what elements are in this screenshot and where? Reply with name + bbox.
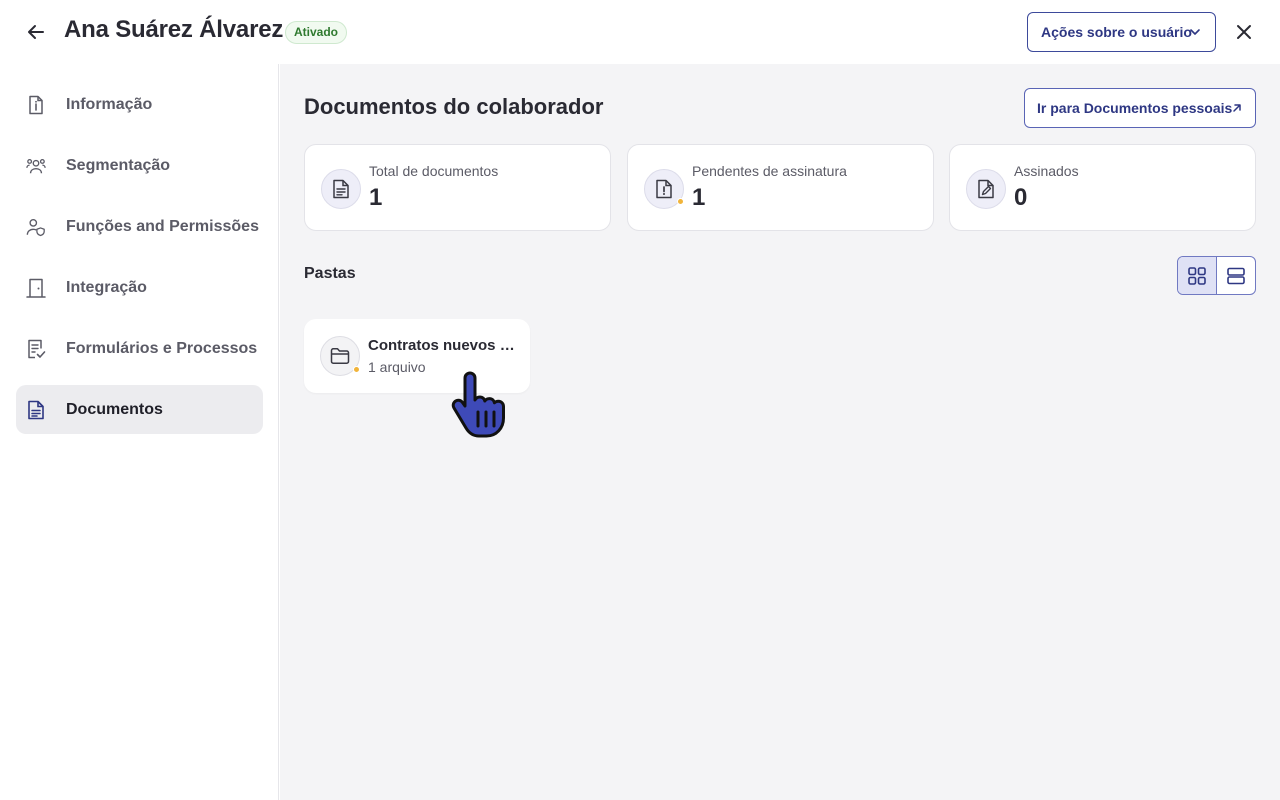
- stat-card-pending: Pendentes de assinatura 1: [627, 144, 934, 231]
- door-icon: [26, 278, 46, 298]
- document-lines-icon: [321, 169, 361, 209]
- grid-view-button[interactable]: [1178, 257, 1217, 294]
- stat-value: 1: [692, 184, 706, 211]
- stat-value: 1: [369, 184, 383, 211]
- close-button[interactable]: [1230, 18, 1258, 46]
- sidebar: Informação Segmentação Funções and Permi…: [0, 64, 279, 800]
- main-content: Documentos do colaborador Ir para Docume…: [280, 64, 1280, 800]
- grid-icon: [1188, 266, 1206, 285]
- document-icon: [26, 400, 46, 420]
- stat-label: Assinados: [1014, 163, 1079, 179]
- user-actions-button[interactable]: Ações sobre o usuário: [1027, 12, 1216, 52]
- folder-icon: [320, 336, 360, 376]
- page-title: Ana Suárez Álvarez: [64, 16, 284, 43]
- document-alert-icon: [644, 169, 684, 209]
- pending-indicator: [353, 366, 360, 373]
- sidebar-item-informacao[interactable]: Informação: [16, 80, 263, 129]
- user-actions-label: Ações sobre o usuário: [1041, 24, 1192, 40]
- external-link-icon: [1233, 104, 1241, 112]
- user-shield-icon: [26, 217, 46, 237]
- stat-label: Total de documentos: [369, 163, 499, 179]
- sidebar-item-label: Documentos: [66, 400, 163, 418]
- sidebar-item-label: Funções and Permissões: [66, 217, 259, 235]
- sidebar-item-documentos[interactable]: Documentos: [16, 385, 263, 434]
- folders-heading: Pastas: [304, 265, 356, 282]
- personal-documents-button[interactable]: Ir para Documentos pessoais: [1024, 88, 1256, 128]
- sidebar-item-funcoes-permissoes[interactable]: Funções and Permissões: [16, 202, 263, 251]
- status-badge: Ativado: [285, 21, 348, 44]
- close-icon: [1237, 25, 1251, 39]
- pending-indicator: [677, 198, 684, 205]
- sidebar-item-label: Segmentação: [66, 156, 171, 174]
- page-header: Ana Suárez Álvarez Ativado Ações sobre o…: [0, 0, 1280, 64]
- list-view-button[interactable]: [1217, 257, 1255, 294]
- sidebar-item-label: Formulários e Processos: [66, 339, 258, 357]
- sidebar-item-segmentacao[interactable]: Segmentação: [16, 141, 263, 190]
- document-signed-icon: [966, 169, 1006, 209]
- folder-name: Contratos nuevos ingresos: [368, 337, 518, 354]
- view-toggle: [1177, 256, 1256, 295]
- chevron-down-icon: [1190, 29, 1200, 35]
- info-file-icon: [26, 95, 46, 115]
- stat-value: 0: [1014, 184, 1028, 211]
- stat-label: Pendentes de assinatura: [692, 163, 847, 179]
- sidebar-item-integracao[interactable]: Integração: [16, 263, 263, 312]
- back-button[interactable]: [22, 18, 50, 46]
- sidebar-item-formularios-processos[interactable]: Formulários e Processos: [16, 324, 263, 373]
- clipboard-check-icon: [26, 339, 46, 359]
- users-group-icon: [26, 156, 46, 176]
- section-heading: Documentos do colaborador: [304, 94, 604, 119]
- sidebar-item-label: Informação: [66, 95, 153, 113]
- personal-documents-label: Ir para Documentos pessoais: [1037, 100, 1233, 116]
- folder-card[interactable]: Contratos nuevos ingresos 1 arquivo: [304, 319, 530, 393]
- arrow-left-icon: [28, 25, 44, 39]
- stat-card-signed: Assinados 0: [949, 144, 1256, 231]
- list-icon: [1227, 267, 1245, 284]
- folder-file-count: 1 arquivo: [368, 359, 426, 375]
- stat-card-total: Total de documentos 1: [304, 144, 611, 231]
- sidebar-item-label: Integração: [66, 278, 147, 296]
